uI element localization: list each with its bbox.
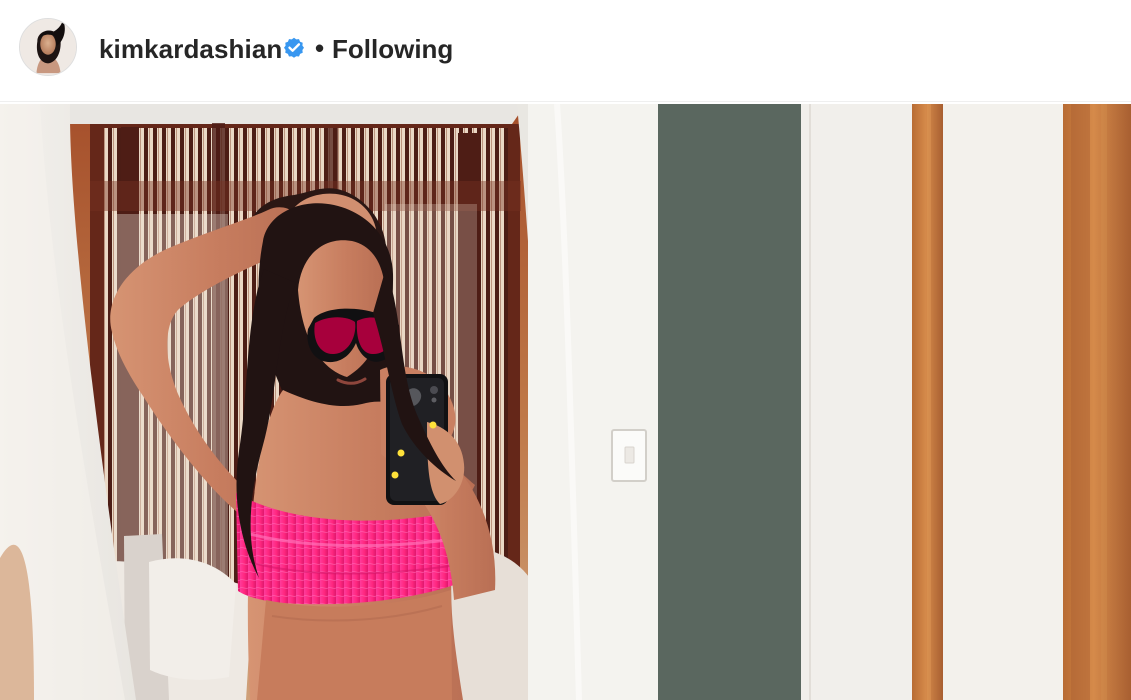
mirror-selfie-photo — [0, 104, 1131, 700]
room-right-walls — [528, 104, 1131, 700]
instagram-post-screenshot: kimkardashian • Following — [0, 0, 1131, 700]
following-button[interactable]: Following — [332, 34, 453, 64]
post-header: kimkardashian • Following — [0, 0, 1131, 102]
verified-badge-icon — [284, 37, 304, 58]
header-separator-dot: • — [315, 33, 325, 63]
profile-avatar[interactable] — [19, 18, 77, 76]
username-link[interactable]: kimkardashian — [99, 34, 282, 64]
